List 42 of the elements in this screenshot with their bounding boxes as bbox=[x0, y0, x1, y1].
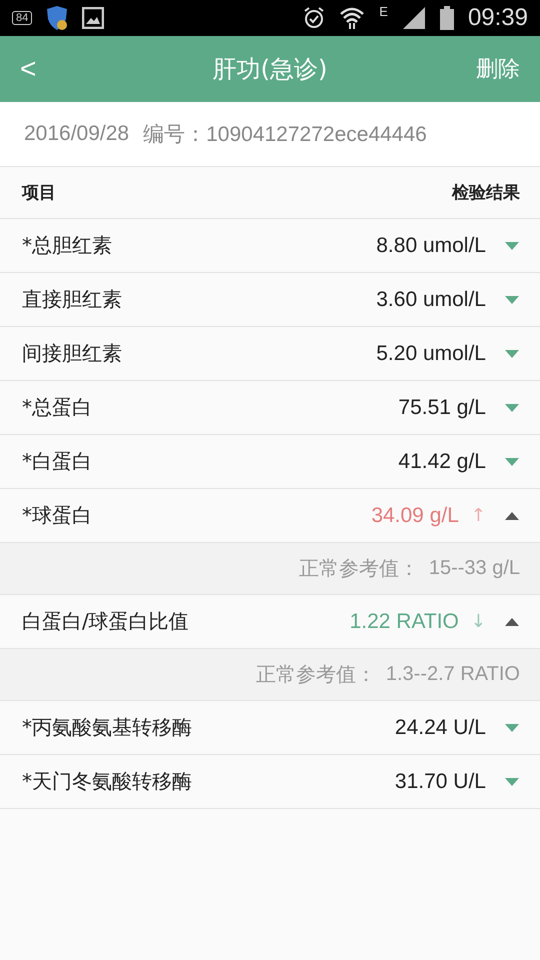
flag-icon: ↑ bbox=[470, 505, 486, 526]
test-name: *球蛋白 bbox=[22, 502, 93, 529]
test-name: *丙氨酸氨基转移酶 bbox=[22, 714, 193, 741]
reference-value: 1.3--2.7 RATIO bbox=[386, 663, 520, 686]
signal-icon bbox=[402, 6, 426, 30]
test-value: 41.42 g/L bbox=[398, 450, 486, 474]
test-value: 8.80 umol/L bbox=[376, 234, 486, 258]
caret-icon[interactable] bbox=[504, 616, 520, 626]
test-value: 5.20 umol/L bbox=[376, 342, 486, 366]
shield-icon bbox=[46, 5, 68, 31]
delete-button[interactable]: 删除 bbox=[460, 54, 520, 84]
test-value: 24.24 U/L bbox=[394, 716, 486, 740]
page-title: 肝功(急诊) bbox=[212, 54, 328, 85]
report-number: 编号：10904127272ece44446 bbox=[143, 122, 427, 148]
flag-icon: ↓ bbox=[470, 611, 486, 632]
test-value: 1.22 RATIO bbox=[350, 610, 459, 634]
test-name: *总蛋白 bbox=[22, 394, 93, 421]
image-icon bbox=[82, 7, 104, 29]
reference-label: 正常参考值： bbox=[298, 555, 419, 582]
alarm-icon bbox=[303, 6, 326, 30]
test-name: 间接胆红素 bbox=[22, 340, 123, 367]
reference-value: 15--33 g/L bbox=[428, 557, 520, 580]
test-value: 31.70 U/L bbox=[394, 770, 486, 794]
column-header: 项目 bbox=[22, 182, 56, 204]
test-name: 直接胆红素 bbox=[22, 286, 123, 313]
battery-icon bbox=[440, 6, 454, 30]
caret-icon[interactable] bbox=[504, 510, 520, 520]
back-button[interactable]: < bbox=[20, 53, 80, 85]
report-date: 2016/09/28 bbox=[24, 122, 130, 146]
clock: 09:39 bbox=[468, 4, 528, 32]
test-name: *白蛋白 bbox=[22, 448, 93, 475]
notification-badge: 84 bbox=[12, 11, 32, 25]
test-value: 34.09 g/L bbox=[371, 504, 459, 528]
test-name: 白蛋白/球蛋白比值 bbox=[22, 608, 190, 635]
test-name: *总胆红素 bbox=[22, 232, 113, 259]
test-value: 75.51 g/L bbox=[398, 396, 486, 420]
network-type: E bbox=[379, 4, 388, 19]
reference-label: 正常参考值： bbox=[256, 661, 376, 688]
wifi-icon bbox=[339, 6, 366, 30]
column-header: 检验结果 bbox=[452, 182, 520, 204]
test-value: 3.60 umol/L bbox=[376, 288, 486, 312]
test-name: *天门冬氨酸转移酶 bbox=[22, 768, 193, 795]
